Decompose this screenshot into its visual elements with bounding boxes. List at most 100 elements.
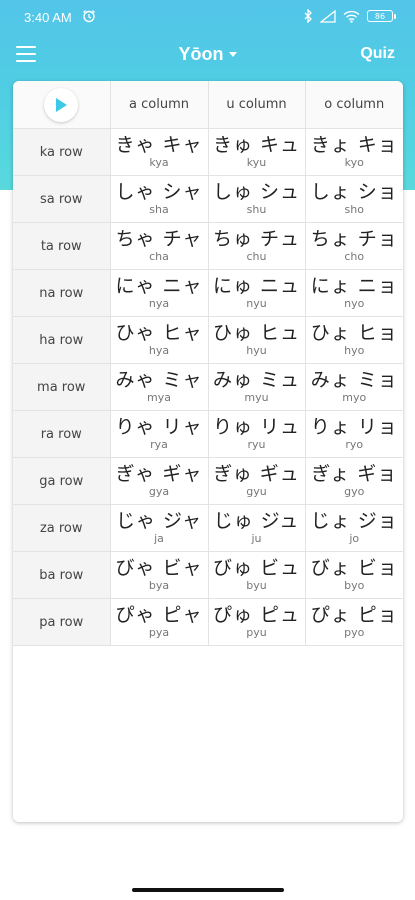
kana-table: a column u column o column ka row きゃ キャ ky… <box>13 81 403 646</box>
kana-cell[interactable]: ぎょ ギョ gyo <box>304 457 403 505</box>
alarm-icon <box>83 10 95 23</box>
row-label[interactable]: ga row <box>13 457 111 505</box>
romaji-text: jo <box>349 532 360 545</box>
kana-text: ぴょ ピョ <box>310 604 398 626</box>
romaji-text: ryo <box>345 438 364 451</box>
kana-cell[interactable]: ひゃ ヒャ hya <box>109 316 209 364</box>
kana-cell[interactable]: きょ キョ kyo <box>304 128 403 176</box>
kana-cell[interactable]: びゅ ビュ byu <box>207 551 306 599</box>
kana-text: びゃ ビャ <box>115 557 203 579</box>
wifi-icon <box>343 10 360 23</box>
kana-cell[interactable]: しょ ショ sho <box>304 175 403 223</box>
kana-cell[interactable]: にゃ ニャ nya <box>109 269 209 317</box>
quiz-button[interactable]: Quiz <box>360 45 395 63</box>
signal-icon <box>320 9 336 23</box>
table-row: ka row きゃ キャ kya きゅ キュ kyu きょ キョ kyo <box>13 128 403 176</box>
romaji-text: pyu <box>246 626 267 639</box>
romaji-text: ja <box>154 532 164 545</box>
kana-cell[interactable]: じゅ ジュ ju <box>207 504 306 552</box>
kana-cell[interactable]: ちゅ チュ chu <box>207 222 306 270</box>
row-label[interactable]: ta row <box>13 222 111 270</box>
kana-cell[interactable]: にょ ニョ nyo <box>304 269 403 317</box>
kana-cell[interactable]: みゅ ミュ myu <box>207 363 306 411</box>
kana-text: しょ ショ <box>310 181 398 203</box>
kana-cell[interactable]: ひゅ ヒュ hyu <box>207 316 306 364</box>
table-row: sa row しゃ シャ sha しゅ シュ shu しょ ショ sho <box>13 175 403 223</box>
romaji-text: hyo <box>344 344 365 357</box>
kana-text: じょ ジョ <box>310 510 398 532</box>
kana-text: にゅ ニュ <box>212 275 301 297</box>
kana-cell[interactable]: しゃ シャ sha <box>109 175 209 223</box>
kana-cell[interactable]: きゅ キュ kyu <box>207 128 306 176</box>
romaji-text: sho <box>344 203 364 216</box>
kana-cell[interactable]: ぎゃ ギャ gya <box>109 457 209 505</box>
row-label[interactable]: ha row <box>13 316 111 364</box>
kana-text: ひゃ ヒャ <box>115 322 203 344</box>
table-row: ma row みゃ ミャ mya みゅ ミュ myu みょ ミョ myo <box>13 363 403 411</box>
title-dropdown[interactable]: Yōon <box>0 44 415 65</box>
row-label[interactable]: pa row <box>13 598 111 646</box>
kana-text: じゃ ジャ <box>115 510 203 532</box>
kana-cell[interactable]: びょ ビョ byo <box>304 551 403 599</box>
table-header-row: a column u column o column <box>13 81 403 129</box>
kana-text: ぎょ ギョ <box>311 463 398 485</box>
kana-text: ぎゃ ギャ <box>115 463 203 485</box>
dropdown-caret-icon <box>228 52 237 57</box>
kana-cell[interactable]: ひょ ヒョ hyo <box>304 316 403 364</box>
kana-cell[interactable]: きゃ キャ kya <box>109 128 209 176</box>
table-row: ba row びゃ ビャ bya びゅ ビュ byu びょ ビョ byo <box>13 551 403 599</box>
kana-cell[interactable]: りゃ リャ rya <box>109 410 209 458</box>
kana-table-card: a column u column o column ka row きゃ キャ ky… <box>13 81 403 822</box>
row-label[interactable]: ma row <box>13 363 111 411</box>
table-row: ha row ひゃ ヒャ hya ひゅ ヒュ hyu ひょ ヒョ hyo <box>13 316 403 364</box>
kana-text: ぎゅ ギュ <box>213 463 300 485</box>
kana-text: ぴゃ ピャ <box>115 604 203 626</box>
kana-cell[interactable]: じょ ジョ jo <box>304 504 403 552</box>
romaji-text: bya <box>148 579 170 592</box>
table-row: na row にゃ ニャ nya にゅ ニュ nyu にょ ニョ nyo <box>13 269 403 317</box>
home-indicator <box>132 888 284 892</box>
play-button[interactable] <box>44 87 79 122</box>
kana-cell[interactable]: ぴゅ ピュ pyu <box>207 598 306 646</box>
row-label[interactable]: sa row <box>13 175 111 223</box>
row-label[interactable]: na row <box>13 269 111 317</box>
kana-cell[interactable]: にゅ ニュ nyu <box>207 269 306 317</box>
romaji-text: ju <box>251 532 262 545</box>
row-label[interactable]: ra row <box>13 410 111 458</box>
kana-cell[interactable]: みょ ミョ myo <box>304 363 403 411</box>
kana-cell[interactable]: びゃ ビャ bya <box>109 551 209 599</box>
romaji-text: shu <box>246 203 267 216</box>
romaji-text: mya <box>147 391 171 404</box>
kana-text: ぴゅ ピュ <box>212 604 301 626</box>
kana-cell[interactable]: りょ リョ ryo <box>304 410 403 458</box>
table-row: pa row ぴゃ ピャ pya ぴゅ ピュ pyu ぴょ ピョ pyo <box>13 598 403 646</box>
kana-cell[interactable]: ちょ チョ cho <box>304 222 403 270</box>
romaji-text: kyo <box>344 156 364 169</box>
kana-text: ちゅ チュ <box>212 228 301 250</box>
kana-cell[interactable]: りゅ リュ ryu <box>207 410 306 458</box>
romaji-text: ryu <box>247 438 266 451</box>
bluetooth-icon <box>304 9 312 23</box>
romaji-text: byu <box>246 579 267 592</box>
romaji-text: hyu <box>246 344 267 357</box>
row-label[interactable]: ba row <box>13 551 111 599</box>
column-header-a: a column <box>109 81 209 129</box>
kana-text: しゅ シュ <box>212 181 301 203</box>
romaji-text: nyo <box>344 297 365 310</box>
row-label[interactable]: ka row <box>13 128 111 176</box>
kana-cell[interactable]: ぴょ ピョ pyo <box>304 598 403 646</box>
kana-cell[interactable]: じゃ ジャ ja <box>109 504 209 552</box>
romaji-text: rya <box>150 438 168 451</box>
romaji-text: nya <box>148 297 170 310</box>
kana-cell[interactable]: みゃ ミャ mya <box>109 363 209 411</box>
kana-cell[interactable]: ちゃ チャ cha <box>109 222 209 270</box>
kana-text: びょ ビョ <box>310 557 398 579</box>
column-header-u: u column <box>207 81 306 129</box>
row-label[interactable]: za row <box>13 504 111 552</box>
kana-cell[interactable]: しゅ シュ shu <box>207 175 306 223</box>
kana-cell[interactable]: ぴゃ ピャ pya <box>109 598 209 646</box>
table-row: za row じゃ ジャ ja じゅ ジュ ju じょ ジョ jo <box>13 504 403 552</box>
table-row: ra row りゃ リャ rya りゅ リュ ryu りょ リョ ryo <box>13 410 403 458</box>
kana-cell[interactable]: ぎゅ ギュ gyu <box>207 457 306 505</box>
kana-text: みゃ ミャ <box>115 369 203 391</box>
